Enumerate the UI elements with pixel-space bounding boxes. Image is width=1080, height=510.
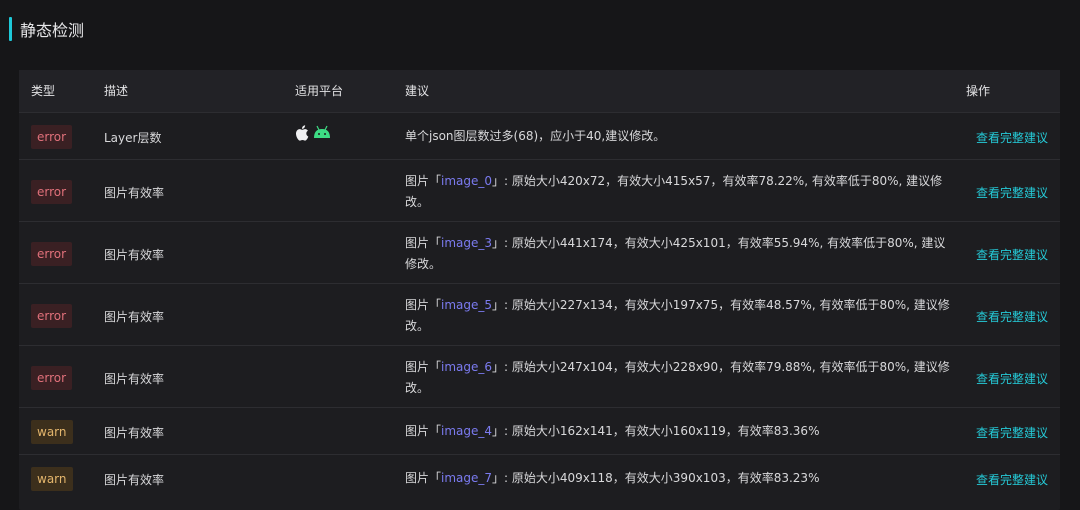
image-name-highlight: image_7 [441,471,493,485]
image-name-highlight: image_3 [441,236,493,250]
row-suggestion: 单个json图层数过多(68)，应小于40,建议修改。 [405,129,666,143]
title-accent-bar [9,17,12,41]
android-icon [314,125,330,138]
column-header-type: 类型 [31,84,56,98]
type-tag: error [31,366,73,390]
row-desc: Layer层数 [104,131,162,145]
row-suggestion: 图片「image_0」: 原始大小420x72，有效大小415x57，有效率78… [405,174,943,209]
image-name-highlight: image_6 [441,360,493,374]
type-tag: error [31,125,73,149]
row-suggestion: 图片「image_3」: 原始大小441x174，有效大小425x101，有效率… [405,236,946,271]
view-full-suggestion-link[interactable]: 查看完整建议 [976,471,1048,488]
page-title: 静态检测 [20,21,85,40]
row-suggestion: 图片「image_6」: 原始大小247x104，有效大小228x90，有效率7… [405,360,950,395]
section-header: 静态检测 [9,17,84,41]
column-header-platform: 适用平台 [295,84,344,98]
table-row: error 图片有效率 图片「image_5」: 原始大小227x134，有效大… [19,283,1060,346]
row-desc: 图片有效率 [104,473,165,487]
row-desc: 图片有效率 [104,372,165,386]
row-desc: 图片有效率 [104,248,165,262]
table-row: error 图片有效率 图片「image_3」: 原始大小441x174，有效大… [19,221,1060,284]
static-check-table: 类型 描述 适用平台 建议 操作 error Layer层数 单个json图层数… [19,70,1060,510]
row-desc: 图片有效率 [104,310,165,324]
table-row: warn 图片有效率 图片「image_7」: 原始大小409x118，有效大小… [19,454,1060,502]
table-row: error 图片有效率 图片「image_6」: 原始大小247x104，有效大… [19,345,1060,408]
row-suggestion: 图片「image_4」: 原始大小162x141，有效大小160x119，有效率… [405,424,820,438]
row-desc: 图片有效率 [104,186,165,200]
column-header-action: 操作 [966,84,991,98]
view-full-suggestion-link[interactable]: 查看完整建议 [976,370,1048,387]
row-desc: 图片有效率 [104,426,165,440]
image-name-highlight: image_5 [441,298,493,312]
platform-icons [295,125,331,141]
table-row: warn 图片有效率 图片「image_4」: 原始大小162x141，有效大小… [19,407,1060,455]
view-full-suggestion-link[interactable]: 查看完整建议 [976,184,1048,201]
view-full-suggestion-link[interactable]: 查看完整建议 [976,424,1048,441]
type-tag: error [31,242,73,266]
row-suggestion: 图片「image_7」: 原始大小409x118，有效大小390x103，有效率… [405,471,820,485]
view-full-suggestion-link[interactable]: 查看完整建议 [976,308,1048,325]
view-full-suggestion-link[interactable]: 查看完整建议 [976,129,1048,146]
table-header: 类型 描述 适用平台 建议 操作 [19,70,1060,112]
type-tag: warn [31,467,73,491]
type-tag: error [31,304,73,328]
type-tag: error [31,180,73,204]
view-full-suggestion-link[interactable]: 查看完整建议 [976,246,1048,263]
column-header-desc: 描述 [104,84,129,98]
column-header-suggest: 建议 [405,84,430,98]
row-suggestion: 图片「image_5」: 原始大小227x134，有效大小197x75，有效率4… [405,298,950,333]
table-row: error Layer层数 单个json图层数过多(68)，应小于40,建议修改… [19,112,1060,160]
image-name-highlight: image_4 [441,424,493,438]
image-name-highlight: image_0 [441,174,493,188]
type-tag: warn [31,420,73,444]
table-row: error 图片有效率 图片「image_0」: 原始大小420x72，有效大小… [19,159,1060,222]
apple-icon [295,125,309,141]
